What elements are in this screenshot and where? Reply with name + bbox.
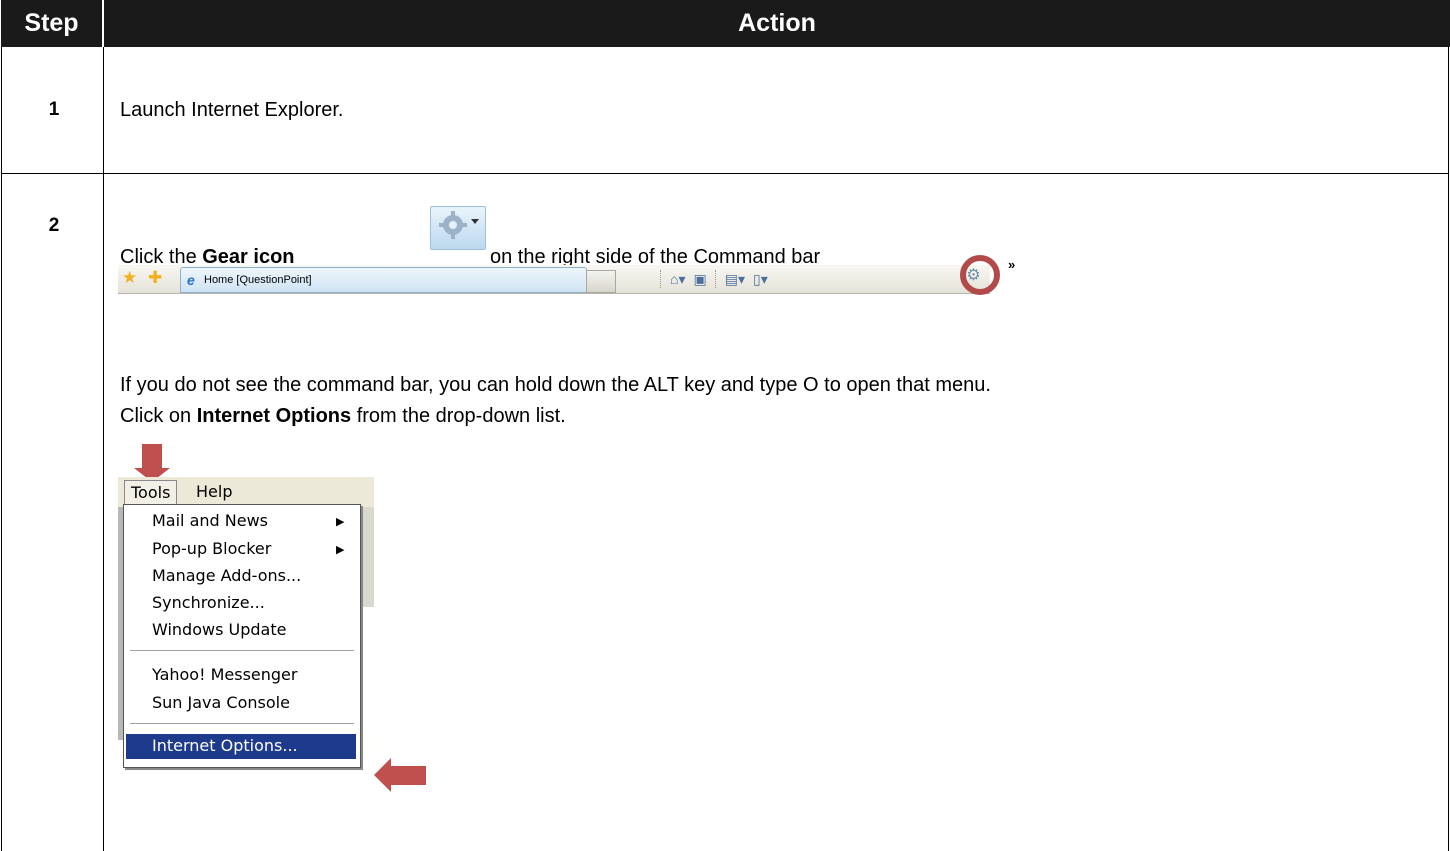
tools-menu-screenshot: Tools Help Mail and News ▶ Pop-up Blocke… — [118, 477, 374, 768]
print-icon: ▤▾ — [724, 270, 745, 287]
para2-suffix: from the drop-down list. — [351, 405, 566, 427]
table-border-left — [1, 47, 2, 851]
instruction-table: Step Action 1 Launch Internet Explorer. … — [0, 0, 1450, 851]
menu-item-sun-java-console: Sun Java Console — [152, 693, 290, 712]
menu-item-synchronize: Synchronize... — [152, 593, 265, 612]
ie-logo-icon: e — [187, 272, 195, 288]
highlight-circle — [960, 255, 1000, 295]
submenu-arrow-icon: ▶ — [336, 515, 345, 528]
menu-item-mail-and-news: Mail and News — [152, 511, 269, 530]
menu-item-internet-options: Internet Options... — [152, 736, 298, 755]
command-icons: ⌂▾ ▣ ▤▾ ▯▾ — [660, 268, 768, 290]
step-2-paragraph-1: If you do not see the command bar, you c… — [120, 374, 991, 396]
menu-item-manage-addons: Manage Add-ons... — [152, 566, 302, 585]
tab-title: Home [QuestionPoint] — [204, 274, 312, 286]
ie-command-bar: ★ ✚ e Home [QuestionPoint] ⌂▾ ▣ ▤▾ ▯▾ ⚙ … — [118, 255, 1015, 295]
menu-help: Help — [196, 482, 233, 501]
table-column-divider — [103, 47, 104, 851]
step-number-2: 2 — [48, 215, 60, 236]
star-icon: ★ — [122, 268, 138, 287]
browser-tab: e Home [QuestionPoint] — [180, 267, 587, 293]
para2-prefix: Click on — [120, 405, 197, 427]
home-icon: ⌂▾ — [670, 270, 686, 287]
separator — [714, 270, 717, 288]
menu-item-popup-blocker: Pop-up Blocker — [152, 539, 272, 558]
header-action: Action — [104, 0, 1450, 47]
header-step: Step — [1, 0, 102, 47]
menu-separator — [130, 723, 354, 724]
background-window — [360, 507, 374, 607]
tools-dropdown: Mail and News ▶ Pop-up Blocker ▶ Manage … — [123, 504, 361, 768]
page-icon: ▯▾ — [752, 270, 768, 287]
step-2-paragraph-2: Click on Internet Options from the drop-… — [120, 405, 566, 428]
step-number-1: 1 — [48, 99, 60, 120]
add-favorite-icon: ✚ — [148, 268, 163, 287]
chevron-icon: » — [1008, 257, 1016, 272]
menu-item-windows-update: Windows Update — [152, 620, 287, 639]
new-tab-button — [586, 270, 616, 293]
row-divider — [1, 173, 1449, 174]
menu-item-yahoo-messenger: Yahoo! Messenger — [152, 665, 298, 684]
submenu-arrow-icon: ▶ — [336, 543, 345, 556]
feeds-icon: ▣ — [693, 270, 707, 287]
menu-bar: Tools Help — [118, 477, 374, 508]
gear-icon — [430, 206, 486, 250]
arrow-down-icon — [134, 444, 170, 482]
table-border-right — [1448, 47, 1449, 851]
menu-separator — [130, 650, 354, 651]
internet-options-label: Internet Options — [196, 405, 352, 427]
separator — [660, 270, 662, 288]
step-1-text: Launch Internet Explorer. — [120, 99, 344, 121]
arrow-left-icon — [374, 758, 426, 792]
